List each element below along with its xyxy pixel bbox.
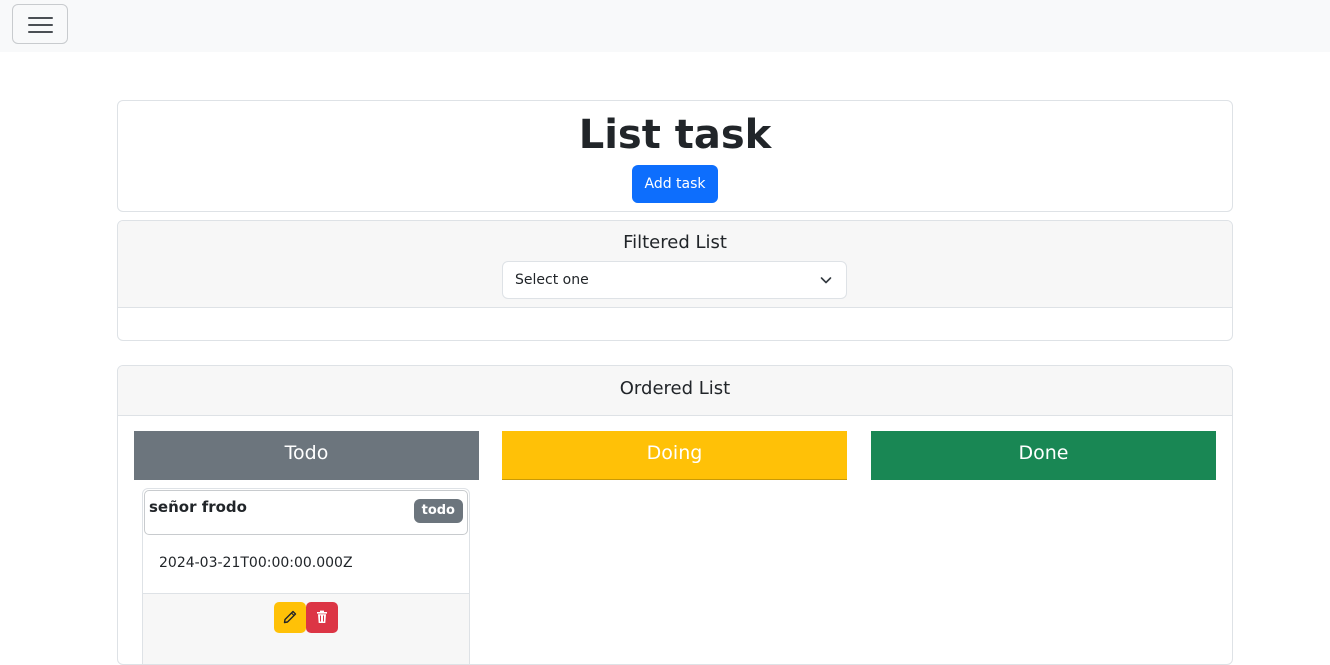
column-header-done: Done	[871, 431, 1216, 480]
pencil-icon	[283, 610, 297, 624]
delete-task-button[interactable]	[306, 602, 338, 633]
header-card: List task Add task	[117, 100, 1233, 212]
edit-task-button[interactable]	[274, 602, 306, 633]
add-task-button[interactable]: Add task	[632, 165, 718, 203]
ordered-list-card: Ordered List Todo Doing Done señor frodo…	[117, 365, 1233, 665]
task-name: señor frodo	[149, 498, 247, 516]
trash-icon	[317, 610, 327, 623]
filtered-list-card: Filtered List Select one	[117, 220, 1233, 341]
page-title: List task	[578, 112, 772, 158]
navbar	[0, 0, 1330, 52]
navbar-toggler-button[interactable]	[12, 4, 68, 44]
task-date: 2024-03-21T00:00:00.000Z	[159, 555, 353, 571]
ordered-list-title: Ordered List	[619, 378, 731, 399]
task-card-footer	[143, 593, 469, 664]
status-badge: todo	[413, 499, 463, 523]
task-card-header: señor frodo todo	[144, 490, 468, 535]
chevron-down-icon	[820, 277, 832, 284]
ordered-list-header: Ordered List	[118, 366, 1232, 416]
filtered-list-title: Filtered List	[623, 232, 727, 253]
filtered-list-header: Filtered List Select one	[118, 221, 1232, 308]
filter-select-value: Select one	[515, 272, 589, 288]
filter-select[interactable]: Select one	[502, 261, 847, 299]
column-header-doing: Doing	[502, 431, 847, 480]
column-header-todo: Todo	[134, 431, 479, 480]
task-card: señor frodo todo 2024-03-21T00:00:00.000…	[142, 488, 470, 664]
